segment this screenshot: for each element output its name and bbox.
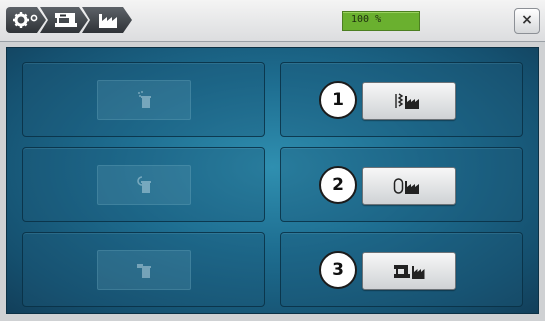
- option-panel-1: 1: [280, 62, 523, 137]
- hoop-factory-reset-icon: [393, 178, 419, 194]
- user-data-delete-icon: [137, 176, 151, 193]
- factory-icon: [98, 11, 120, 29]
- disabled-option-button: [97, 165, 191, 205]
- top-bar: 100 % ×: [0, 0, 545, 42]
- breadcrumb-settings[interactable]: [6, 7, 46, 33]
- disabled-option-button: [97, 250, 191, 290]
- breadcrumb-machine[interactable]: [40, 7, 88, 33]
- disabled-option-panel: [22, 147, 265, 222]
- reset-options-area: 1 2 3: [6, 47, 539, 314]
- option-panel-2: 2: [280, 147, 523, 222]
- machine-factory-reset-button[interactable]: [362, 252, 456, 290]
- breadcrumb-factory[interactable]: [82, 7, 132, 33]
- disabled-option-button: [97, 80, 191, 120]
- stitch-factory-reset-icon: [395, 93, 419, 109]
- option-panel-3: 3: [280, 232, 523, 307]
- progress-label: 100 %: [351, 14, 382, 25]
- option-number-badge: 2: [319, 166, 357, 204]
- option-number-badge: 1: [319, 81, 357, 119]
- progress-indicator: 100 %: [342, 11, 420, 31]
- stitch-factory-reset-button[interactable]: [362, 82, 456, 120]
- disabled-option-panel: [22, 232, 265, 307]
- machine-icon: [54, 11, 78, 29]
- close-button[interactable]: ×: [514, 8, 540, 34]
- option-number-badge: 3: [319, 251, 357, 289]
- disabled-option-panel: [22, 62, 265, 137]
- settings-icon: [13, 11, 39, 29]
- user-data-delete-icon: [138, 91, 151, 108]
- machine-factory-reset-icon: [394, 265, 425, 279]
- user-data-delete-icon: [137, 264, 151, 278]
- hoop-factory-reset-button[interactable]: [362, 167, 456, 205]
- app-window: 100 % × 1 2 3: [0, 0, 545, 321]
